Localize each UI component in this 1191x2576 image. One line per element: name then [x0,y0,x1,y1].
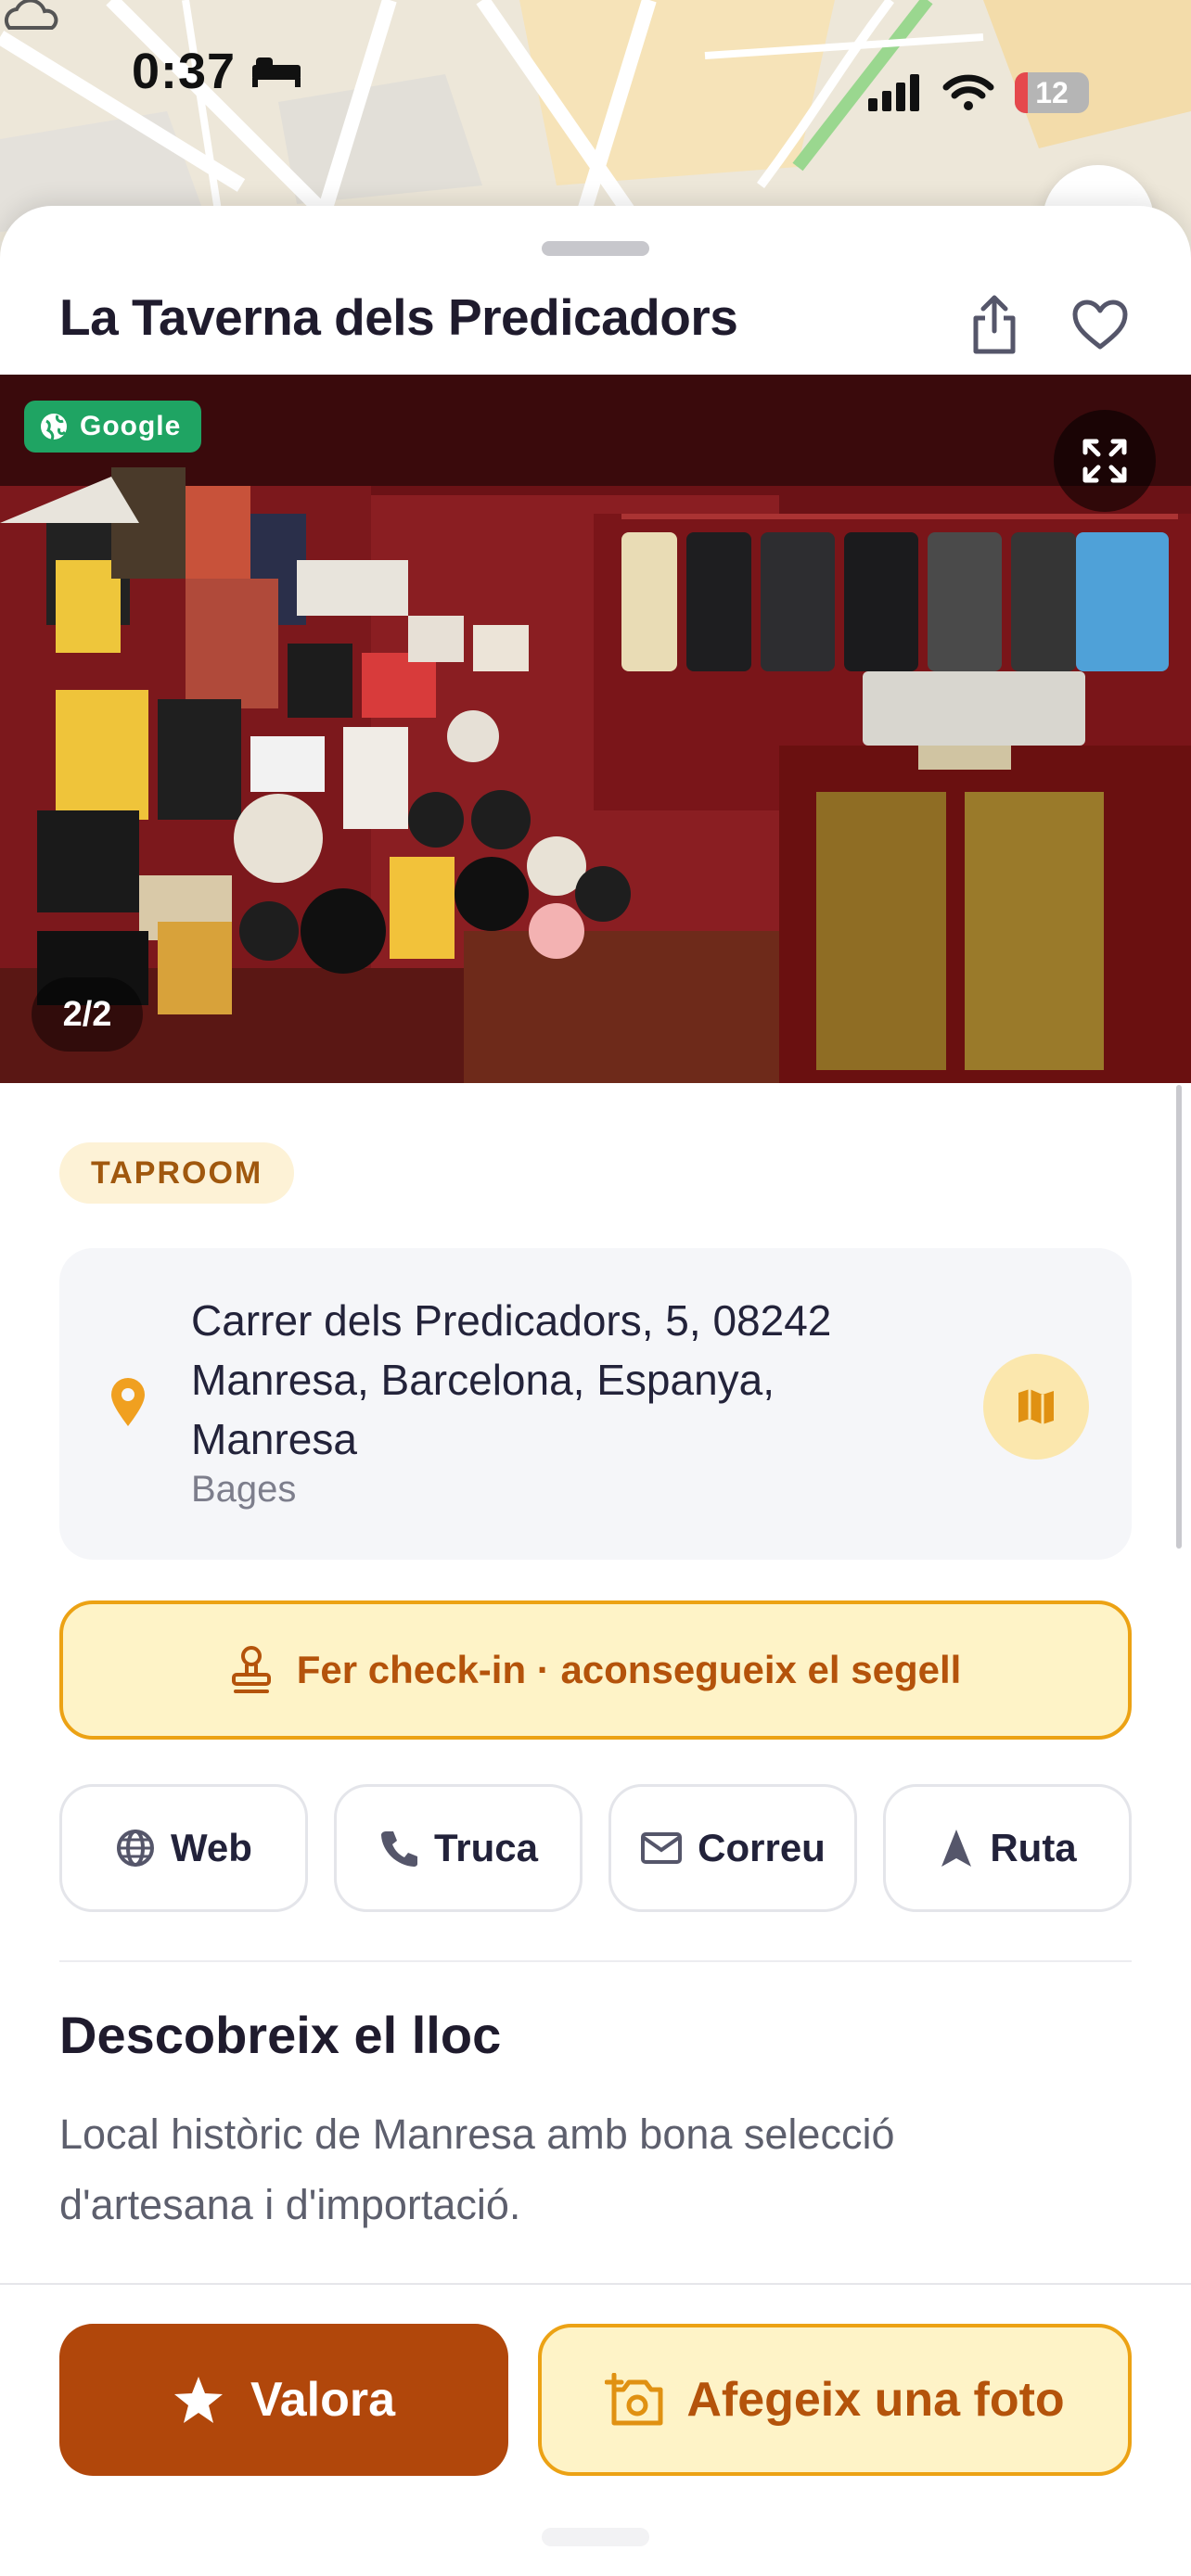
phone-icon [380,1831,417,1867]
address-text: Carrer dels Predicadors, 5, 08242 Manres… [191,1296,832,1463]
map-icon [1018,1389,1054,1424]
location-pin-icon [111,1378,145,1426]
photo-counter: 2/2 [32,977,143,1052]
navigation-arrow-icon [941,1830,972,1867]
status-time: 0:37 [132,44,237,99]
globe-icon [41,414,67,440]
globe-icon [117,1830,155,1867]
status-bar: 0:37 12 [0,0,1191,158]
mail-icon [641,1832,683,1864]
section-title: Descobreix el lloc [59,2006,502,2064]
star-icon [173,2377,223,2423]
open-map-button[interactable] [983,1354,1089,1460]
add-photo-icon [605,2373,663,2426]
category-tag: TAPROOM [59,1142,295,1204]
address-card[interactable]: Carrer dels Predicadors, 5, 08242 Manres… [59,1248,1132,1560]
sheet-grabber[interactable] [542,241,649,256]
photo-source-badge: Google [24,401,202,453]
checkin-button[interactable]: Fer check-in · aconsegueix el segell [59,1600,1132,1740]
call-button[interactable]: Truca [334,1784,583,1912]
contact-actions: Web Truca Correu Ruta [59,1784,1132,1912]
bottom-action-bar: Valora Afegeix una foto [0,2283,1191,2576]
add-photo-button[interactable]: Afegeix una foto [538,2324,1132,2476]
section-divider [59,1960,1132,1962]
sleep-bed-icon [252,57,301,87]
route-button[interactable]: Ruta [883,1784,1132,1912]
share-button[interactable] [957,287,1031,362]
home-indicator [542,2528,649,2546]
place-photo-carousel[interactable]: Google 2/2 [0,375,1191,1083]
email-button[interactable]: Correu [608,1784,857,1912]
expand-icon [1082,439,1127,483]
section-description: Local històric de Manresa amb bona selec… [59,2111,895,2228]
share-icon [973,295,1016,354]
wifi-icon [942,74,994,110]
status-indicators: 12 [866,72,1089,113]
battery-indicator: 12 [1015,72,1089,113]
stamp-icon [231,1646,271,1693]
fullscreen-button[interactable] [1054,410,1156,512]
heart-icon [1072,300,1128,350]
address-region: Bages [191,1469,297,1510]
cellular-signal-icon [868,74,919,111]
rate-button[interactable]: Valora [59,2324,508,2476]
web-button[interactable]: Web [59,1784,308,1912]
scroll-indicator [1176,1085,1182,1549]
favorite-button[interactable] [1063,287,1137,362]
place-photo [0,375,1191,1083]
place-title: La Taverna dels Predicadors [59,288,738,346]
